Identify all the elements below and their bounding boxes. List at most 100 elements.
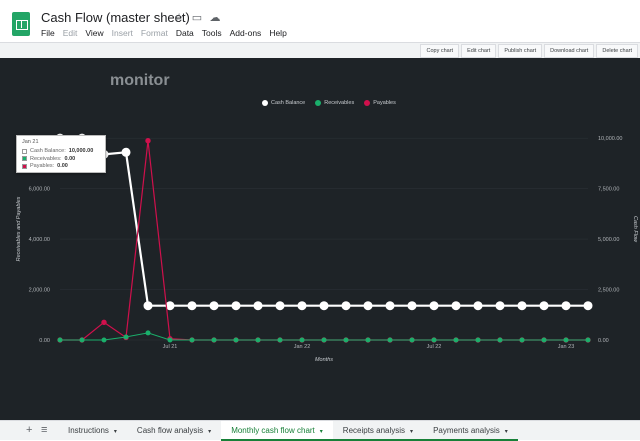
y-right-tick-label: 7,500.00 [598,187,619,193]
receivables-point [123,334,129,340]
menu-help[interactable]: Help [269,28,286,38]
cash-balance-point [517,301,527,311]
sheet-tab-label: Monthly cash flow chart [231,426,315,435]
cash-balance-point [539,301,549,311]
y-left-axis-title: Receivables and Payables [16,196,22,261]
receivables-point [321,337,327,343]
cash-balance-point [363,301,373,311]
receivables-point [211,337,217,343]
y-left-tick-label: 4,000.00 [29,237,50,243]
y-left-tick-label: 2,000.00 [29,288,50,294]
tooltip-row: Cash Balance: 10,000.00 [22,148,100,154]
cash-balance-point [583,301,593,311]
receivables-point [79,337,85,343]
sheets-logo-icon[interactable] [12,12,30,36]
receivables-point [299,337,305,343]
menu-addons[interactable]: Add-ons [230,28,262,38]
tooltip-value: 0.00 [57,163,68,169]
tooltip-row: Payables: 0.00 [22,163,100,169]
cash-balance-point [407,301,417,311]
cash-balance-point [209,301,219,311]
chevron-down-icon[interactable]: ▾ [410,429,413,435]
tooltip-swatch [22,148,27,154]
tooltip-swatch [22,163,27,169]
receivables-point [145,330,151,336]
chevron-down-icon[interactable]: ▾ [320,429,323,435]
menu-file[interactable]: File [41,28,55,38]
chart-tooltip: Jan 21 Cash Balance: 10,000.00 Receivables… [16,135,106,173]
tooltip-row: Receivables: 0.00 [22,156,100,162]
menu-data[interactable]: Data [176,28,194,38]
menu-view[interactable]: View [85,28,103,38]
cash-balance-point [429,301,439,311]
legend-item: Receivables [315,100,354,106]
folder-move-icon[interactable]: ▭ [191,12,203,24]
receivables-point [101,337,107,343]
sheet-tab[interactable]: Payments analysis ▾ [423,421,518,441]
receivables-point [277,337,283,343]
receivables-point [387,337,393,343]
chevron-down-icon[interactable]: ▾ [114,429,117,435]
x-axis-title: Months [315,357,333,363]
chart-toolbar: Copy chart Edit chart Publish chart Downloa… [0,42,640,58]
menu-insert[interactable]: Insert [112,28,133,38]
edit-chart-button[interactable]: Edit chart [461,44,497,58]
sheet-tab-label: Instructions [68,426,109,435]
cash-balance-point [451,301,461,311]
title-bar: Cash Flow (master sheet) ☆ ▭ ☁ File Edit V… [0,0,640,42]
add-sheet-icon[interactable]: + [26,424,32,436]
cash-balance-point [121,147,131,157]
document-title[interactable]: Cash Flow (master sheet) [41,10,190,25]
cash-balance-point [187,301,197,311]
menu-format[interactable]: Format [141,28,168,38]
y-right-tick-label: 0.00 [598,338,609,344]
cash-balance-point [473,301,483,311]
tooltip-label: Receivables: [30,155,62,162]
legend-label: Cash Balance [271,100,306,106]
star-icon[interactable]: ☆ [173,12,185,24]
sheet-tab[interactable]: Receipts analysis ▾ [332,421,424,441]
y-right-tick-label: 10,000.00 [598,136,622,142]
legend-label: Payables [373,100,396,106]
menu-bar: File Edit View Insert Format Data Tools Add-ons… [41,28,287,38]
cash-balance-point [297,301,307,311]
all-sheets-icon[interactable]: ≡ [41,424,47,436]
y-right-axis-title: Cash Flow [632,216,638,243]
download-chart-button[interactable]: Download chart [544,44,595,58]
sheet-tab[interactable]: Cash flow analysis ▾ [127,421,221,441]
payables-point [145,138,151,144]
sheet-tab[interactable]: Instructions ▾ [58,421,127,441]
legend-item: Payables [364,100,396,106]
chevron-down-icon[interactable]: ▾ [505,429,508,435]
tooltip-value: 0.00 [64,155,76,162]
copy-chart-button[interactable]: Copy chart [420,44,460,58]
x-tick-label: Jul 21 [163,344,178,350]
tooltip-swatch [22,156,27,161]
receivables-point [497,337,503,343]
legend-dot [364,100,371,106]
x-tick-label: Jan 22 [294,344,311,350]
chevron-down-icon[interactable]: ▾ [208,429,211,435]
receivables-point [431,337,437,343]
receivables-point [585,337,591,343]
chart-title: monitor [110,72,170,89]
y-right-tick-label: 5,000.00 [598,237,619,243]
receivables-point [563,337,569,343]
sheet-tab[interactable]: Monthly cash flow chart ▾ [221,421,333,441]
cash-balance-point [253,301,263,311]
chart-area[interactable]: 0.002,000.004,000.006,000.008,000.000.00… [0,58,640,420]
menu-tools[interactable]: Tools [202,28,222,38]
cash-balance-point [495,301,505,311]
y-left-tick-label: 6,000.00 [29,187,50,193]
menu-edit[interactable]: Edit [63,28,78,38]
payables-point [101,319,107,326]
cloud-status-icon[interactable]: ☁ [209,12,221,24]
tooltip-label: Payables: [30,163,55,169]
cash-balance-point [341,301,351,311]
legend-label: Receivables [324,100,355,106]
tooltip-date: Jan 21 [22,139,39,145]
receivables-point [343,337,349,343]
line-chart: 0.002,000.004,000.006,000.008,000.000.00… [16,133,638,363]
publish-chart-button[interactable]: Publish chart [498,44,543,58]
delete-chart-button[interactable]: Delete chart [596,44,638,58]
